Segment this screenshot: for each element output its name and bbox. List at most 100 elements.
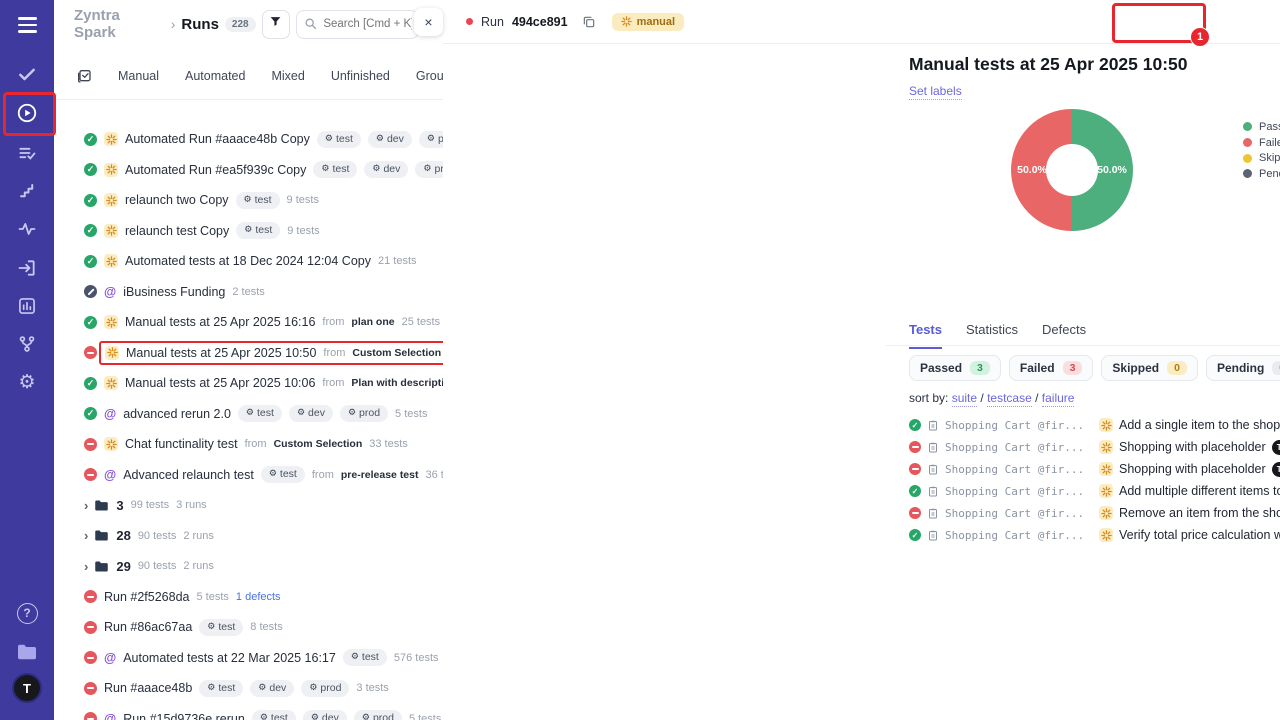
run-title: Manual tests at 25 Apr 2025 10:06 [125, 376, 315, 390]
projects-icon[interactable] [0, 639, 54, 665]
clipboard-icon [927, 441, 939, 454]
run-list-item[interactable]: ✓Automated tests at 18 Dec 2024 12:04 Co… [54, 246, 443, 277]
run-label: Run [481, 15, 504, 29]
tests-count: 3 tests [356, 682, 388, 694]
run-list-item[interactable]: Chat functinality testfromCustom Selecti… [54, 429, 443, 460]
test-row[interactable]: ✓Shopping Cart @fir...Add a single item … [909, 414, 1280, 436]
tab-unfinished[interactable]: Unfinished [331, 69, 390, 83]
set-labels-link[interactable]: Set labels [909, 84, 962, 100]
run-list-item[interactable]: @Automated tests at 22 Mar 2025 16:17⚙te… [54, 643, 443, 674]
chevron-right-icon[interactable]: › [84, 528, 88, 543]
run-list-item[interactable]: ›2990 tests2 runs [54, 551, 443, 582]
gear-icon: ⚙ [351, 652, 359, 663]
run-title: Run #aaace48b [104, 681, 192, 695]
test-row[interactable]: ✓Shopping Cart @fir...Add multiple diffe… [909, 480, 1280, 502]
run-list-item[interactable]: ✓@advanced rerun 2.0⚙test⚙dev⚙prod5 test… [54, 399, 443, 430]
run-row-body: Automated Run #ea5f939c Copy⚙test⚙dev⚙pr… [104, 161, 464, 178]
gear-icon: ⚙ [297, 408, 305, 419]
env-badge-label: test [336, 133, 353, 146]
env-badge-label: test [257, 407, 274, 420]
env-badge-label: prod [373, 712, 394, 720]
gear-icon: ⚙ [311, 713, 319, 720]
copy-icon[interactable] [582, 15, 596, 29]
search-icon [304, 17, 317, 35]
menu-icon[interactable] [0, 12, 54, 38]
filter-failed[interactable]: Failed3 [1009, 355, 1094, 381]
run-list-item[interactable]: @Advanced relaunch test⚙testfrompre-rele… [54, 460, 443, 491]
clipboard-icon [927, 419, 939, 432]
chevron-right-icon[interactable]: › [84, 498, 88, 513]
help-icon[interactable]: ? [0, 600, 54, 626]
defects-link[interactable]: 1 defects [236, 591, 281, 603]
breadcrumb-app[interactable]: Zyntra Spark [74, 7, 165, 41]
filter-passed[interactable]: Passed3 [909, 355, 1001, 381]
run-row-body: @iBusiness Funding2 tests [104, 285, 265, 299]
test-row[interactable]: Shopping Cart @fir...Remove an item from… [909, 502, 1280, 524]
run-list-item[interactable]: @iBusiness Funding2 tests [54, 277, 443, 308]
run-list-item[interactable]: ›399 tests3 runs [54, 490, 443, 521]
gear-icon: ⚙ [309, 683, 317, 694]
automation-icon: @ [104, 286, 116, 299]
legend-dot [1243, 122, 1252, 131]
chevron-right-icon[interactable]: › [84, 559, 88, 574]
sign-in-icon[interactable] [0, 255, 54, 281]
settings-icon[interactable]: ⚙ [0, 369, 54, 395]
test-cases-icon[interactable] [0, 140, 54, 166]
reports-icon[interactable] [0, 293, 54, 319]
test-row[interactable]: Shopping Cart @fir...Shopping with place… [909, 458, 1280, 480]
test-row[interactable]: ✓Shopping Cart @fir...Verify total price… [909, 524, 1280, 546]
failed-status-icon [84, 651, 97, 664]
run-list-item[interactable]: ✓relaunch test Copy⚙test9 tests [54, 216, 443, 247]
sort-by-failure[interactable]: failure [1042, 391, 1075, 407]
check-icon[interactable] [0, 61, 54, 87]
filter-pending[interactable]: Pending0 [1206, 355, 1280, 381]
user-avatar[interactable]: T [0, 675, 54, 701]
tests-count: 21 tests [378, 255, 417, 267]
run-list-item[interactable]: ✓Manual tests at 25 Apr 2025 16:16frompl… [54, 307, 443, 338]
run-list-item[interactable]: Run #2f5268da5 tests1 defects [54, 582, 443, 613]
tab-manual[interactable]: Manual [118, 69, 159, 83]
clipboard-icon [927, 485, 939, 498]
passed-status-icon: ✓ [84, 407, 97, 420]
runs-count: 2 runs [183, 560, 214, 572]
activity-icon[interactable] [0, 216, 54, 242]
select-all-icon[interactable] [76, 68, 92, 84]
env-badge: ⚙test [313, 161, 357, 178]
run-list-item[interactable]: @Run #15d9736e rerun⚙test⚙dev⚙prod5 test… [54, 704, 443, 720]
passed-status-icon: ✓ [84, 224, 97, 237]
passed-status-icon: ✓ [84, 377, 97, 390]
run-title: Chat functinality test [125, 437, 238, 451]
breadcrumb-section[interactable]: Runs [181, 16, 219, 33]
tab-automated[interactable]: Automated [185, 69, 245, 83]
tab-mixed[interactable]: Mixed [271, 69, 304, 83]
run-list-item[interactable]: Run #aaace48b⚙test⚙dev⚙prod3 tests [54, 673, 443, 704]
filter-skipped[interactable]: Skipped0 [1101, 355, 1198, 381]
run-id: 494ce891 [512, 15, 568, 29]
test-title: Shopping with placeholder [1119, 462, 1266, 476]
from-label: from [312, 469, 334, 481]
filter-button[interactable] [262, 10, 291, 39]
sort-by-suite[interactable]: suite [952, 391, 977, 407]
env-badge-label: test [218, 682, 235, 695]
filter-label: Failed [1020, 361, 1055, 375]
env-badge: ⚙prod [354, 710, 402, 720]
run-list-item[interactable]: Run #86ac67aa⚙test8 tests [54, 612, 443, 643]
run-list-item[interactable]: ✓Automated Run #aaace48b Copy⚙test⚙dev⚙p… [54, 124, 443, 155]
milestones-icon[interactable] [0, 331, 54, 357]
folder-icon [94, 560, 109, 573]
run-list-item[interactable]: ✓Automated Run #ea5f939c Copy⚙test⚙dev⚙p… [54, 155, 443, 186]
close-list-button[interactable]: × [414, 8, 443, 36]
play-circle-icon[interactable] [0, 100, 54, 126]
env-badge: ⚙dev [289, 405, 333, 422]
tests-count: 99 tests [131, 499, 170, 511]
sort-by-testcase[interactable]: testcase [987, 391, 1032, 407]
run-list-item[interactable]: ›2890 tests2 runs [54, 521, 443, 552]
suite-name: Shopping Cart @fir... [945, 507, 1093, 520]
run-list-item[interactable]: ✓relaunch two Copy⚙test9 tests [54, 185, 443, 216]
gear-icon: ⚙ [325, 134, 333, 145]
steps-icon[interactable] [0, 178, 54, 204]
test-row[interactable]: Shopping Cart @fir...Shopping with place… [909, 436, 1280, 458]
clipboard-icon [927, 529, 939, 542]
run-list-item[interactable]: Manual tests at 25 Apr 2025 10:50fromCus… [54, 338, 443, 369]
run-list-item[interactable]: ✓Manual tests at 25 Apr 2025 10:06fromPl… [54, 368, 443, 399]
